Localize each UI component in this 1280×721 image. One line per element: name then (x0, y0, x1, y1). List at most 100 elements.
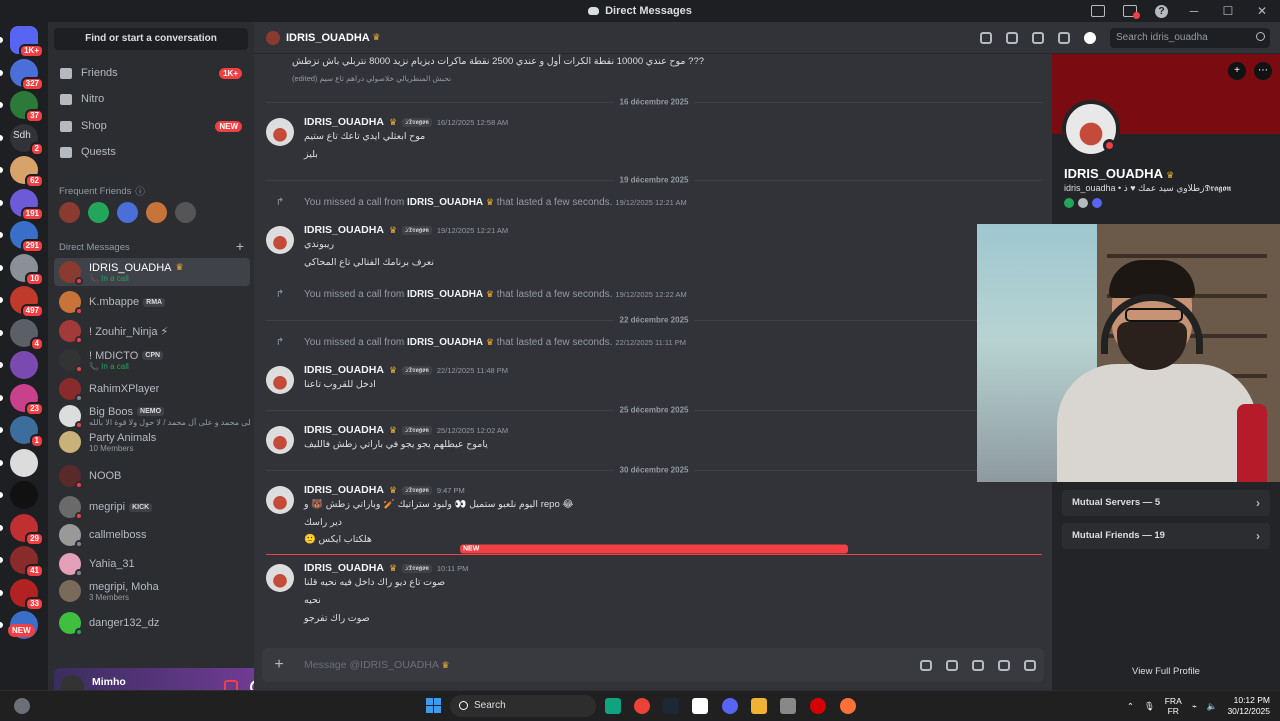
network-icon[interactable]: ⌁ (1192, 701, 1197, 712)
frequent-friend-avatar[interactable] (175, 202, 196, 223)
system-author[interactable]: IDRIS_OUADHA (407, 289, 483, 300)
chat-recipient-name[interactable]: IDRIS_OUADHA (286, 32, 370, 44)
new-servers-badge[interactable]: NEW (8, 624, 35, 637)
server-icon[interactable] (10, 481, 38, 509)
dm-list-item[interactable]: Party Animals 10 Members (54, 428, 250, 456)
dm-list-item[interactable]: RahimXPlayer (54, 375, 250, 403)
emoji-icon[interactable] (998, 659, 1010, 671)
nav-shop[interactable]: Shop NEW (54, 113, 250, 139)
user-profile-icon[interactable] (1084, 31, 1096, 44)
dm-list-item[interactable]: ! Zouhir_Ninja ⚡ (54, 317, 250, 345)
more-options-icon[interactable]: ⋯ (1254, 62, 1272, 80)
microphone-icon[interactable]: 🎙 (1144, 701, 1155, 712)
server-icon[interactable]: 191 (10, 188, 44, 221)
windows-start-icon[interactable] (426, 698, 441, 713)
discord-taskbar-icon[interactable] (722, 698, 738, 714)
dm-list-item[interactable]: Big BoosNEMOصل على محمد و على آل محمد / … (54, 402, 250, 430)
server-icon[interactable]: 62 (10, 156, 44, 188)
avatar[interactable] (266, 366, 294, 394)
server-icon[interactable]: 4 (10, 318, 44, 351)
steam-icon[interactable] (663, 698, 679, 714)
taskbar-search[interactable]: Search (450, 695, 596, 717)
dm-list-item[interactable]: NOOB (54, 462, 250, 490)
maximize-button[interactable]: ☐ (1220, 4, 1236, 18)
frequent-friend-avatar[interactable] (59, 202, 80, 223)
firefox-icon[interactable] (840, 698, 856, 714)
profile-avatar[interactable] (1062, 100, 1120, 158)
sticker-icon[interactable] (972, 659, 984, 671)
chatgpt-icon[interactable] (605, 698, 621, 714)
volume-icon[interactable]: 🔈 (1207, 701, 1218, 712)
dm-list-item[interactable]: megripi, Moha 3 Members (54, 577, 250, 605)
server-icon[interactable]: 10 (10, 253, 44, 286)
nav-quests[interactable]: Quests (54, 139, 250, 165)
add-friends-to-dm-icon[interactable] (1058, 31, 1070, 44)
avatar[interactable] (266, 426, 294, 454)
server-icon[interactable]: 327 (10, 58, 44, 91)
system-clock[interactable]: 10:12 PM 30/12/2025 (1227, 695, 1270, 717)
close-button[interactable]: ✕ (1254, 4, 1270, 18)
avatar[interactable] (266, 118, 294, 146)
app-icon[interactable] (692, 698, 708, 714)
message-author[interactable]: IDRIS_OUADHA (304, 364, 384, 376)
frequent-friend-avatar[interactable] (117, 202, 138, 223)
apps-icon[interactable] (1024, 659, 1036, 671)
monitor-icon[interactable] (1123, 5, 1140, 19)
server-icon[interactable]: 1K+ (10, 26, 44, 58)
message-author[interactable]: IDRIS_OUADHA (304, 424, 384, 436)
badge-icon[interactable] (1064, 198, 1074, 208)
message-composer[interactable]: + Message @IDRIS_OUADHA ♛ (262, 648, 1044, 682)
dm-list-item[interactable]: danger132_dz (54, 609, 250, 637)
message-author[interactable]: IDRIS_OUADHA (304, 562, 384, 574)
minimize-button[interactable]: ─ (1186, 4, 1202, 18)
chevron-up-icon[interactable]: ⌃ (1127, 701, 1134, 712)
voice-call-icon[interactable] (980, 31, 992, 44)
dm-list-item[interactable]: IDRIS_OUADHA ♛ 📞 In a call (54, 258, 250, 286)
view-full-profile-link[interactable]: View Full Profile (1052, 666, 1280, 677)
video-call-icon[interactable] (1006, 31, 1018, 44)
server-icon[interactable]: 497 (10, 286, 44, 318)
find-conversation-button[interactable]: Find or start a conversation (54, 28, 248, 50)
message-author[interactable]: IDRIS_OUADHA (304, 116, 384, 128)
server-icon[interactable]: 1 (10, 416, 44, 448)
message-input[interactable]: Message @IDRIS_OUADHA (304, 659, 439, 671)
server-icon[interactable]: 23 (10, 383, 44, 416)
system-author[interactable]: IDRIS_OUADHA (407, 197, 483, 208)
nav-nitro[interactable]: Nitro (54, 86, 250, 112)
help-icon[interactable]: ? (1155, 4, 1168, 18)
chrome-icon[interactable] (634, 698, 650, 714)
system-author[interactable]: IDRIS_OUADHA (407, 337, 483, 348)
badge-icon[interactable] (1078, 198, 1088, 208)
server-icon[interactable]: 37 (10, 91, 44, 123)
search-input[interactable]: Search idris_ouadha (1110, 27, 1270, 48)
frequent-friend-avatar[interactable] (146, 202, 167, 223)
gif-icon[interactable] (946, 659, 958, 671)
server-icon[interactable]: Sdh 2 (10, 123, 44, 156)
dm-list-item[interactable]: K.mbappe RMA (54, 288, 250, 316)
message-author[interactable]: IDRIS_OUADHA (304, 224, 384, 236)
weather-icon[interactable] (14, 698, 30, 714)
dm-list-item[interactable]: ! MDICTO CPN 📞 In a call (54, 346, 250, 374)
badge-icon[interactable] (1092, 198, 1102, 208)
server-icon[interactable]: 29 (10, 513, 44, 546)
server-icon[interactable] (10, 448, 38, 477)
file-explorer-icon[interactable] (751, 698, 767, 714)
add-friend-icon[interactable]: + (1228, 62, 1246, 80)
upload-plus-icon[interactable]: + (270, 656, 288, 674)
dm-list-item[interactable]: Yahia_31 (54, 550, 250, 578)
avatar[interactable] (266, 486, 294, 514)
mutual-servers-row[interactable]: Mutual Servers — 5 › (1062, 490, 1270, 516)
mutual-friends-row[interactable]: Mutual Friends — 19 › (1062, 523, 1270, 549)
server-icon[interactable]: 33 (10, 578, 44, 611)
server-icon[interactable]: 291 (10, 221, 44, 253)
avatar[interactable] (266, 226, 294, 254)
dm-list-item[interactable]: callmelboss (54, 521, 250, 549)
create-dm-icon[interactable]: + (236, 238, 244, 254)
language-indicator[interactable]: FRA FR (1165, 696, 1182, 716)
server-icon[interactable]: 41 (10, 546, 44, 578)
app-icon[interactable] (780, 698, 796, 714)
gift-icon[interactable] (920, 659, 932, 671)
nav-friends[interactable]: Friends 1K+ (54, 60, 250, 86)
inbox-icon[interactable] (1091, 5, 1105, 17)
opera-gx-icon[interactable] (810, 698, 826, 714)
